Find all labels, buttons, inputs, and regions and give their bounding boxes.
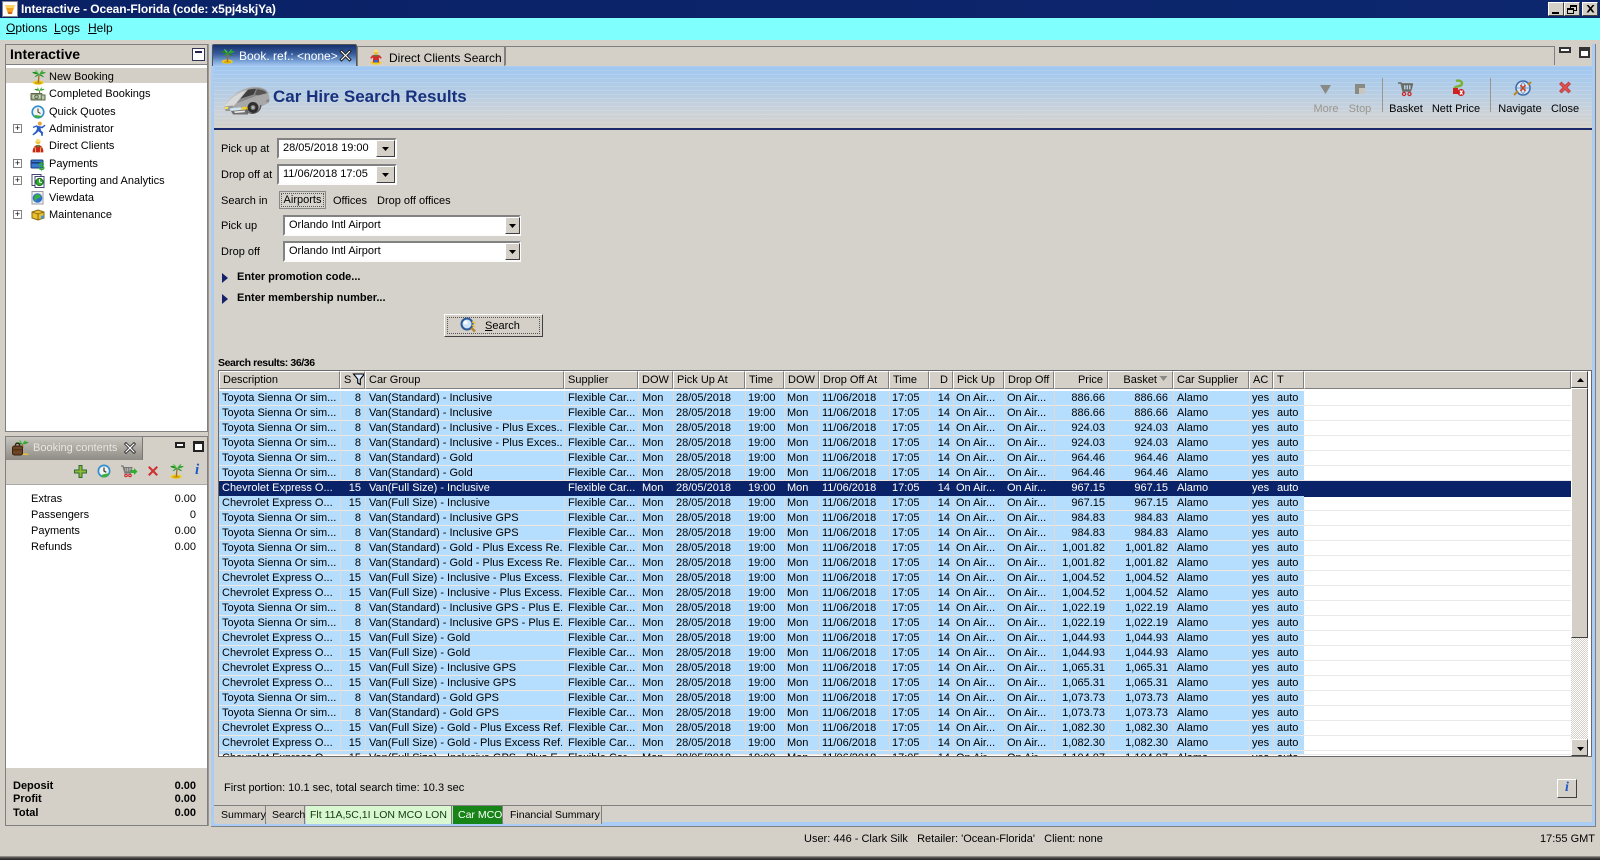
svg-text:$: $ bbox=[38, 161, 44, 172]
